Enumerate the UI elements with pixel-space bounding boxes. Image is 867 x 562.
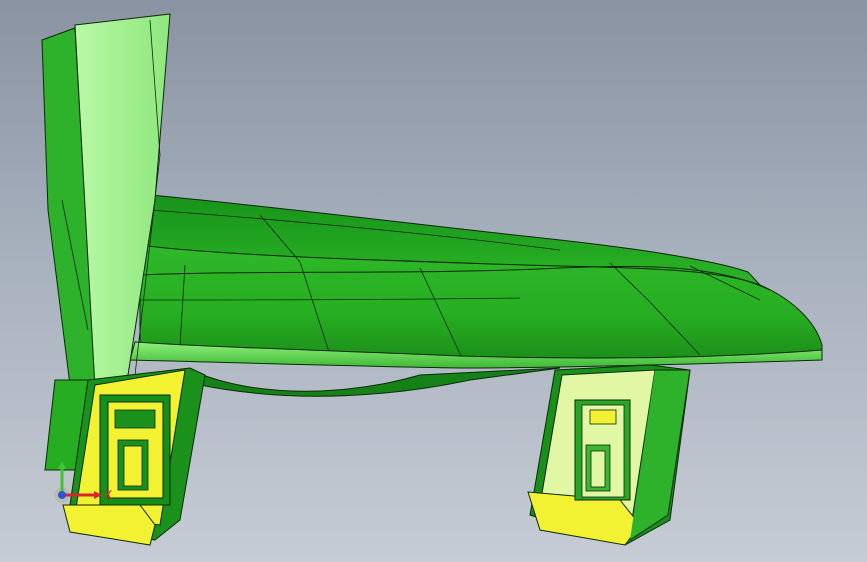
right-mounting-clip[interactable] — [527, 364, 691, 546]
cad-model[interactable] — [0, 0, 867, 562]
underside-surface[interactable] — [188, 367, 561, 397]
axis-triad: X — [54, 461, 112, 503]
3d-viewport[interactable]: X — [0, 0, 867, 562]
x-axis-label: X — [104, 488, 112, 502]
z-axis-dot — [58, 491, 66, 499]
